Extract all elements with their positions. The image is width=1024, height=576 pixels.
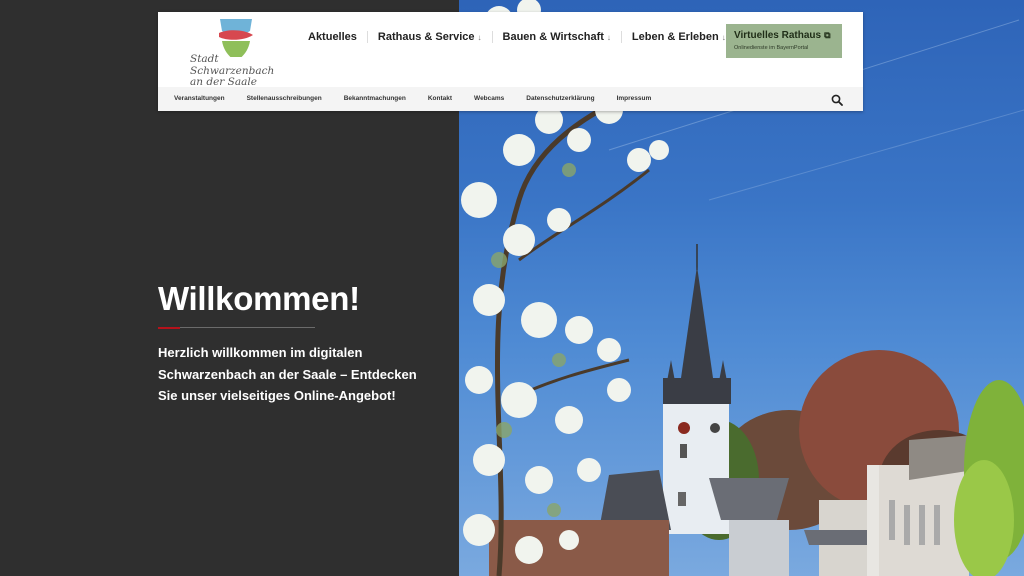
arrow-down-icon: ↓ (477, 33, 482, 42)
sub-nav-webcams[interactable]: Webcams (474, 95, 504, 102)
welcome-text: Herzlich willkommen im digitalen Schwarz… (158, 345, 417, 403)
divider-accent (158, 326, 180, 329)
nav-item-leben-erleben[interactable]: Leben & Erleben ↓ (620, 31, 736, 43)
search-icon (831, 94, 843, 106)
welcome-divider (158, 326, 315, 329)
secondary-navigation: Veranstaltungen Stellenausschreibungen B… (158, 87, 863, 111)
search-button[interactable] (831, 93, 843, 106)
sub-nav-bekanntmachungen[interactable]: Bekanntmachungen (344, 95, 406, 102)
city-coat-of-arms-icon (219, 19, 253, 61)
cta-subtitle: Onlinedienste im BayernPortal (734, 45, 809, 51)
cta-title: Virtuelles Rathaus (734, 30, 822, 41)
sub-nav-veranstaltungen[interactable]: Veranstaltungen (174, 95, 225, 102)
sub-nav-datenschutzerklaerung[interactable]: Datenschutzerklärung (526, 95, 594, 102)
external-link-icon: ⧉ (824, 30, 831, 40)
arrow-down-icon: ↓ (606, 33, 611, 42)
sub-nav-stellenausschreibungen[interactable]: Stellenausschreibungen (247, 95, 322, 102)
city-logo[interactable]: Stadt Schwarzenbach an der Saale (172, 17, 282, 88)
main-navigation: Aktuelles Rathaus & Service ↓ Bauen & Wir… (298, 31, 736, 43)
welcome-heading: Willkommen! (158, 280, 360, 317)
nav-item-aktuelles[interactable]: Aktuelles (298, 31, 367, 43)
sub-nav-kontakt[interactable]: Kontakt (428, 95, 452, 102)
sub-nav-impressum[interactable]: Impressum (617, 95, 652, 102)
nav-item-rathaus-service[interactable]: Rathaus & Service ↓ (366, 31, 492, 43)
city-name-text: Stadt Schwarzenbach an der Saale (190, 53, 275, 88)
virtuelles-rathaus-button[interactable]: Virtuelles Rathaus ⧉ Onlinedienste im Bay… (726, 24, 842, 58)
site-header: Stadt Schwarzenbach an der Saale Aktuell… (158, 12, 863, 111)
nav-item-bauen-wirtschaft[interactable]: Bauen & Wirtschaft ↓ (491, 31, 621, 43)
